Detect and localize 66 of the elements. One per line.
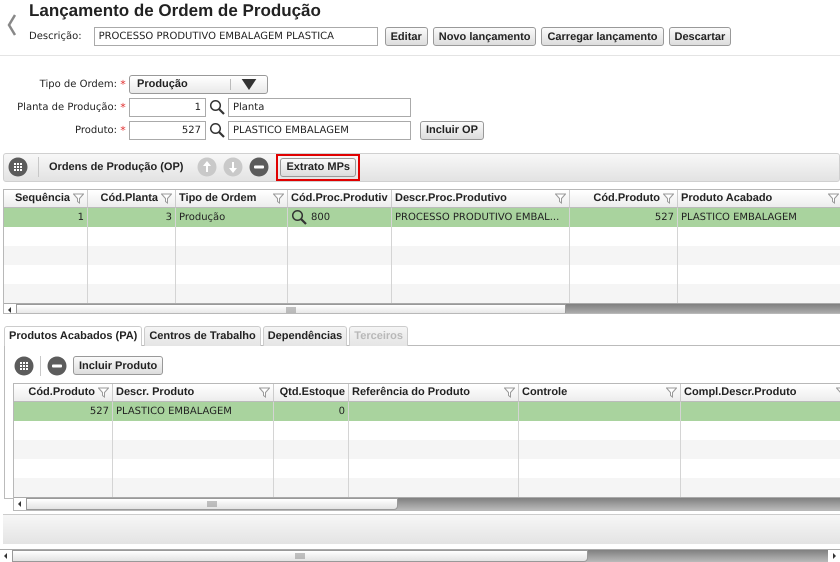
column-header[interactable]: Referência do Produto: [349, 384, 519, 402]
column-header[interactable]: Descr.Proc.Produtivo: [392, 190, 570, 208]
column-header[interactable]: Cód.Produto: [14, 384, 113, 402]
name-field[interactable]: PLASTICO EMBALAGEM: [228, 120, 411, 140]
horizontal-scrollbar[interactable]: [4, 302, 840, 313]
page-scrollbar[interactable]: [0, 548, 840, 562]
scroll-left-icon[interactable]: [0, 550, 12, 562]
filter-icon[interactable]: [98, 386, 109, 398]
header-button[interactable]: Carregar lançamento: [541, 27, 664, 46]
tab[interactable]: Produtos Acabados (PA): [4, 326, 142, 346]
column-header[interactable]: Descr. Produto: [113, 384, 274, 402]
minus-icon[interactable]: [249, 157, 270, 178]
column-header[interactable]: Cód.Produto: [570, 190, 678, 208]
filter-icon[interactable]: [73, 192, 84, 204]
extract-button[interactable]: Extrato MPs: [280, 158, 356, 177]
search-icon[interactable]: [209, 122, 225, 138]
scroll-right-icon[interactable]: [828, 550, 840, 562]
field-label: Descrição:: [29, 31, 82, 42]
grid-icon[interactable]: [8, 157, 28, 178]
include-product-button[interactable]: Incluir Produto: [73, 356, 164, 376]
search-icon[interactable]: [209, 99, 225, 116]
scroll-left-icon[interactable]: [14, 498, 26, 510]
required-mark: *: [119, 100, 127, 114]
include-op-button[interactable]: Incluir OP: [420, 120, 484, 140]
required-mark: *: [119, 78, 127, 91]
tab[interactable]: Centros de Trabalho: [144, 326, 261, 346]
header-button[interactable]: Novo lançamento: [432, 27, 536, 46]
code-field[interactable]: 1: [129, 98, 206, 117]
column-header[interactable]: Cód.Planta: [88, 190, 176, 208]
code-field[interactable]: 527: [129, 120, 206, 140]
section-title: Ordens de Produção (OP): [49, 161, 184, 174]
table-row[interactable]: 527 PLASTICO EMBALAGEM 0: [14, 402, 840, 421]
filter-icon[interactable]: [273, 192, 284, 204]
header-button[interactable]: Editar: [384, 27, 428, 46]
required-mark: *: [119, 124, 127, 137]
table-row[interactable]: 1 3 Produção 800 PROCESSO PRODUTIVO EMBAL... 527 PLASTICO EMBALAGEM: [4, 208, 840, 227]
field-label: Planta de Produção:: [16, 102, 117, 113]
filter-icon[interactable]: [259, 386, 270, 398]
page-title: Lançamento de Ordem de Produção: [29, 1, 322, 21]
column-header[interactable]: Controle: [519, 384, 681, 402]
filter-icon[interactable]: [666, 386, 677, 398]
filter-icon[interactable]: [504, 386, 515, 398]
field-label: Tipo de Ordem:: [38, 78, 117, 90]
header-button[interactable]: Descartar: [668, 27, 732, 46]
description-field[interactable]: PROCESSO PRODUTIVO EMBALAGEM PLASTICA: [94, 27, 378, 46]
grid-icon[interactable]: [14, 356, 34, 376]
back-icon[interactable]: [7, 14, 17, 36]
filter-icon[interactable]: [555, 192, 566, 204]
filter-icon[interactable]: [161, 192, 172, 204]
tab[interactable]: Dependências: [262, 326, 348, 346]
scroll-thumb[interactable]: [26, 498, 398, 510]
order-type-select[interactable]: Produção: [129, 74, 268, 94]
scroll-left-icon[interactable]: [4, 304, 16, 313]
horizontal-scrollbar[interactable]: [14, 496, 840, 510]
filter-icon[interactable]: [828, 192, 839, 204]
scroll-thumb[interactable]: [12, 550, 588, 562]
scroll-thumb[interactable]: [16, 304, 566, 313]
column-header[interactable]: Tipo de Ordem: [176, 190, 288, 208]
column-header[interactable]: Cód.Proc.Produtiv: [288, 190, 392, 208]
lookup-icon[interactable]: [291, 209, 307, 226]
column-header[interactable]: Qtd.Estoque: [274, 384, 349, 402]
minus-icon[interactable]: [47, 356, 67, 376]
name-field[interactable]: Planta: [228, 98, 411, 117]
filter-icon[interactable]: [663, 192, 674, 204]
column-header[interactable]: Sequência: [4, 190, 88, 208]
field-label: Produto:: [74, 124, 117, 136]
